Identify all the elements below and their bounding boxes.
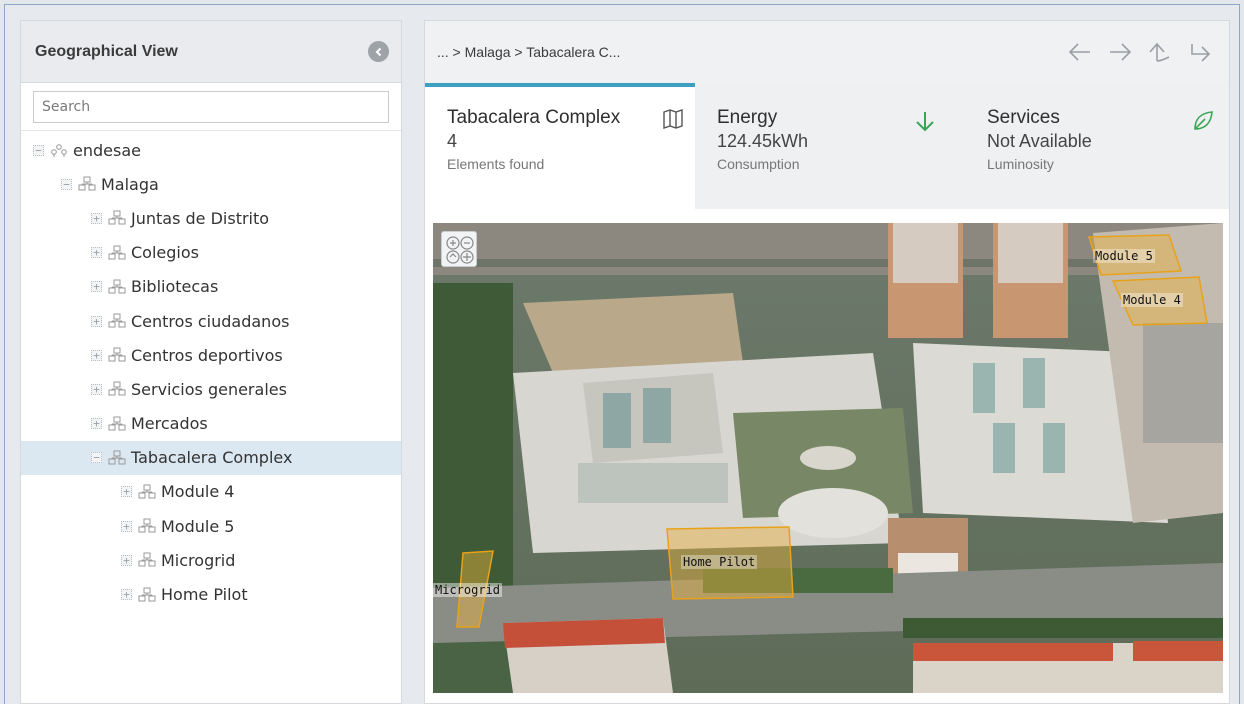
detail-header: ... > Malaga > Tabacalera C... [425,21,1229,83]
panel-header: Geographical View [21,21,401,83]
hierarchy-icon [108,416,126,431]
card-tabacalera[interactable]: Tabacalera Complex 4 Elements found [425,83,695,209]
expand-icon[interactable]: + [121,589,132,601]
tree-item-label: Centros deportivos [131,345,283,365]
tree-item-label: endesae [73,140,141,160]
tree-item[interactable]: − Malaga [21,167,401,201]
hierarchy-icon [108,381,126,396]
device-network-icon [51,144,67,158]
tree-item-label: Bibliotecas [131,277,219,297]
arrow-up-icon[interactable] [1147,41,1173,63]
hierarchy-icon [138,552,156,567]
tree-item-label: Colegios [131,243,199,263]
expand-icon[interactable]: + [91,383,102,395]
detail-panel: ... > Malaga > Tabacalera C... Tabacaler… [424,20,1230,704]
map-icon[interactable] [661,107,685,131]
tree-view: − endesae − Malaga + Juntas de Distrito + Coleg… [21,131,401,612]
search-input[interactable] [33,91,389,123]
tree-item-label: Centros ciudadanos [131,311,290,331]
hierarchy-icon [138,484,156,499]
hierarchy-icon [138,587,156,602]
zoom-icon [446,236,474,264]
card-subtitle: Consumption [717,156,800,172]
tree-item[interactable]: − endesae [21,133,401,167]
card-subtitle: Luminosity [987,156,1054,172]
hierarchy-icon [108,347,126,362]
collapse-icon[interactable]: − [61,178,72,190]
nav-icons [1067,41,1213,63]
aerial-map[interactable]: Module 5 Module 4 Home Pilot Microgrid [433,223,1223,693]
tree-item-label: Tabacalera Complex [131,448,293,468]
expand-icon[interactable]: + [91,349,102,361]
expand-icon[interactable]: + [121,520,132,532]
leaf-icon [1194,111,1213,130]
map-label-home-pilot: Home Pilot [681,555,758,569]
map-label-module-5: Module 5 [1093,249,1155,263]
card-value: Not Available [987,131,1092,151]
hierarchy-icon [78,176,96,191]
tree-item[interactable]: + Module 4 [21,475,401,509]
summary-cards: Tabacalera Complex 4 Elements found Ener… [425,83,1229,209]
tree-item[interactable]: + Servicios generales [21,372,401,406]
tree-item[interactable]: + Mercados [21,407,401,441]
tree-item[interactable]: + Bibliotecas [21,270,401,304]
map-overlays [456,234,1208,628]
geographical-view-panel: Geographical View − endesae − Malaga + Juntas… [20,20,402,704]
search-bar [21,83,401,131]
tree-item[interactable]: + Module 5 [21,509,401,543]
expand-icon[interactable]: + [91,281,102,293]
tree-item-label: Module 4 [161,482,235,502]
tree-item-label: Juntas de Distrito [131,208,270,228]
tree-item-label: Home Pilot [161,585,248,605]
tree-item-label: Microgrid [161,550,236,570]
collapse-button[interactable] [368,41,389,62]
expand-icon[interactable]: + [121,486,132,498]
card-subtitle: Elements found [447,156,545,172]
expand-icon[interactable]: + [91,247,102,259]
hierarchy-icon [108,245,126,260]
card-value: 4 [447,131,458,151]
tree-item-label: Module 5 [161,516,235,536]
card-energy[interactable]: Energy 124.45kWh Consumption [695,83,965,209]
tree-item[interactable]: + Centros deportivos [21,338,401,372]
tree-item[interactable]: − Tabacalera Complex [21,440,401,475]
hierarchy-icon [108,313,126,328]
expand-icon[interactable]: + [121,554,132,566]
expand-icon[interactable]: + [91,212,102,224]
tree-item-label: Servicios generales [131,379,287,399]
expand-icon[interactable]: + [91,315,102,327]
collapse-icon[interactable]: − [33,144,44,156]
map-label-microgrid: Microgrid [433,583,503,597]
tree-item-label: Mercados [131,414,208,434]
card-title: Services [987,107,1060,128]
tree-item[interactable]: + Colegios [21,236,401,270]
expand-icon[interactable]: + [91,418,102,430]
arrow-down-icon [916,112,934,132]
card-value: 124.45kWh [717,131,809,151]
arrow-jump-icon[interactable] [1187,41,1213,63]
hierarchy-icon [108,450,126,465]
card-services[interactable]: Services Not Available Luminosity [965,83,1229,209]
hierarchy-icon [108,279,126,294]
zoom-control[interactable] [441,231,477,267]
hierarchy-icon [108,210,126,225]
tree-item-label: Malaga [101,174,159,194]
tree-item[interactable]: + Home Pilot [21,577,401,611]
hierarchy-icon [138,518,156,533]
collapse-icon[interactable]: − [91,452,102,464]
tree-item[interactable]: + Centros ciudadanos [21,304,401,338]
tree-item[interactable]: + Juntas de Distrito [21,201,401,235]
card-title: Tabacalera Complex [447,107,621,128]
chevron-left-icon [375,47,381,56]
arrow-right-icon[interactable] [1107,41,1133,63]
breadcrumb[interactable]: ... > Malaga > Tabacalera C... [437,44,620,60]
tree-item[interactable]: + Microgrid [21,543,401,577]
panel-title: Geographical View [35,42,178,60]
arrow-left-icon[interactable] [1067,41,1093,63]
map-label-module-4: Module 4 [1121,293,1183,307]
